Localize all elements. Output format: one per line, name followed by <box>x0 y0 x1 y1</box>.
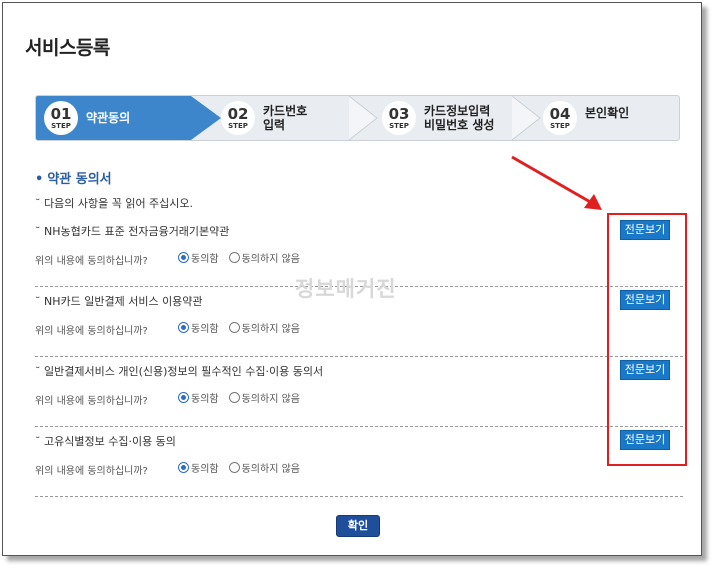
agree-option[interactable]: 동의함 <box>178 460 219 475</box>
agree-option[interactable]: 동의함 <box>178 250 219 265</box>
step-3-label: 카드정보입력 비밀번호 생성 <box>424 104 495 132</box>
step-4-label: 본인확인 <box>585 106 630 120</box>
step-2-word: STEP <box>228 121 248 130</box>
page-title: 서비스등록 <box>25 37 110 59</box>
agree-radio-group: 동의함 동의하지 않음 <box>178 320 310 335</box>
agree-radio[interactable] <box>178 392 189 403</box>
disagree-option[interactable]: 동의하지 않음 <box>228 390 300 405</box>
agree-radio-group: 동의함 동의하지 않음 <box>178 250 310 265</box>
agree-question: 위의 내용에 동의하십니까? <box>35 396 148 407</box>
step-1-number: 01 <box>50 104 72 123</box>
disagree-label: 동의하지 않음 <box>241 464 300 475</box>
agree-option[interactable]: 동의함 <box>178 390 219 405</box>
term-title: ˘ 고유식별정보 수집·이용 동의 <box>35 435 176 448</box>
disagree-radio[interactable] <box>228 392 240 403</box>
agree-radio[interactable] <box>178 252 189 263</box>
step-2-badge: 02 STEP <box>221 101 255 135</box>
step-2-number: 02 <box>227 104 249 123</box>
step-3-badge: 03 STEP <box>382 101 416 135</box>
agree-radio[interactable] <box>178 462 189 473</box>
annotation-arrow-icon <box>511 155 602 210</box>
confirm-button[interactable]: 확인 <box>336 515 380 537</box>
section-bullet: • <box>35 172 44 187</box>
step-2: 02 STEP 카드번호 입력 <box>213 96 363 140</box>
step-4-word: STEP <box>550 121 570 130</box>
agree-question: 위의 내용에 동의하십니까? <box>35 326 148 337</box>
section-title: • 약관 동의서 <box>35 168 112 187</box>
agree-radio-group: 동의함 동의하지 않음 <box>178 390 310 405</box>
agree-question: 위의 내용에 동의하십니까? <box>35 466 148 477</box>
step-4-badge: 04 STEP <box>543 101 577 135</box>
term-title: ˘ NH카드 일반결제 서비스 이용약관 <box>35 295 203 308</box>
agree-label: 동의함 <box>191 464 219 475</box>
agree-option[interactable]: 동의함 <box>178 320 219 335</box>
step-progress-bar: 01 STEP 약관동의 02 STEP 카드번호 입력 03 STEP 카드정… <box>35 95 680 141</box>
step-1-word: STEP <box>51 121 71 130</box>
step-4: 04 STEP 본인확인 <box>535 96 675 140</box>
section-title-text: 약관 동의서 <box>47 172 112 187</box>
disagree-label: 동의하지 않음 <box>241 394 300 405</box>
term-title: ˘ NH농협카드 표준 전자금융거래기본약관 <box>35 225 230 238</box>
agree-label: 동의함 <box>191 324 219 335</box>
watermark: 정보매거진 <box>295 277 397 301</box>
disagree-radio[interactable] <box>228 322 240 333</box>
agree-label: 동의함 <box>191 394 219 405</box>
disagree-option[interactable]: 동의하지 않음 <box>228 320 300 335</box>
disagree-label: 동의하지 않음 <box>241 324 300 335</box>
step-1-badge: 01 STEP <box>44 101 78 135</box>
term-title: ˘ 일반결제서비스 개인(신용)정보의 필수적인 수집·이용 동의서 <box>35 365 324 378</box>
disagree-option[interactable]: 동의하지 않음 <box>228 250 300 265</box>
agree-radio[interactable] <box>178 322 189 333</box>
agree-label: 동의함 <box>191 254 219 265</box>
step-2-label: 카드번호 입력 <box>263 104 308 132</box>
step-3-number: 03 <box>388 104 410 123</box>
term-block-3: ˘ 일반결제서비스 개인(신용)정보의 필수적인 수집·이용 동의서 전문보기 … <box>35 357 683 427</box>
agree-question: 위의 내용에 동의하십니까? <box>35 256 148 267</box>
disagree-radio[interactable] <box>228 252 240 263</box>
page-frame: 서비스등록 01 STEP 약관동의 02 STEP 카드번호 입력 03 ST… <box>2 2 702 556</box>
agree-radio-group: 동의함 동의하지 않음 <box>178 460 310 475</box>
notice-text: ˘ 다음의 사항을 꼭 읽어 주십시오. <box>35 197 194 210</box>
step-1: 01 STEP 약관동의 <box>36 96 191 140</box>
step-3: 03 STEP 카드정보입력 비밀번호 생성 <box>374 96 524 140</box>
annotation-highlight-box <box>607 213 687 466</box>
disagree-label: 동의하지 않음 <box>241 254 300 265</box>
disagree-radio[interactable] <box>228 462 240 473</box>
step-3-word: STEP <box>389 121 409 130</box>
term-block-4: ˘ 고유식별정보 수집·이용 동의 전문보기 위의 내용에 동의하십니까? 동의… <box>35 427 683 497</box>
disagree-option[interactable]: 동의하지 않음 <box>228 460 300 475</box>
step-4-number: 04 <box>549 104 571 123</box>
step-1-label: 약관동의 <box>86 111 131 125</box>
